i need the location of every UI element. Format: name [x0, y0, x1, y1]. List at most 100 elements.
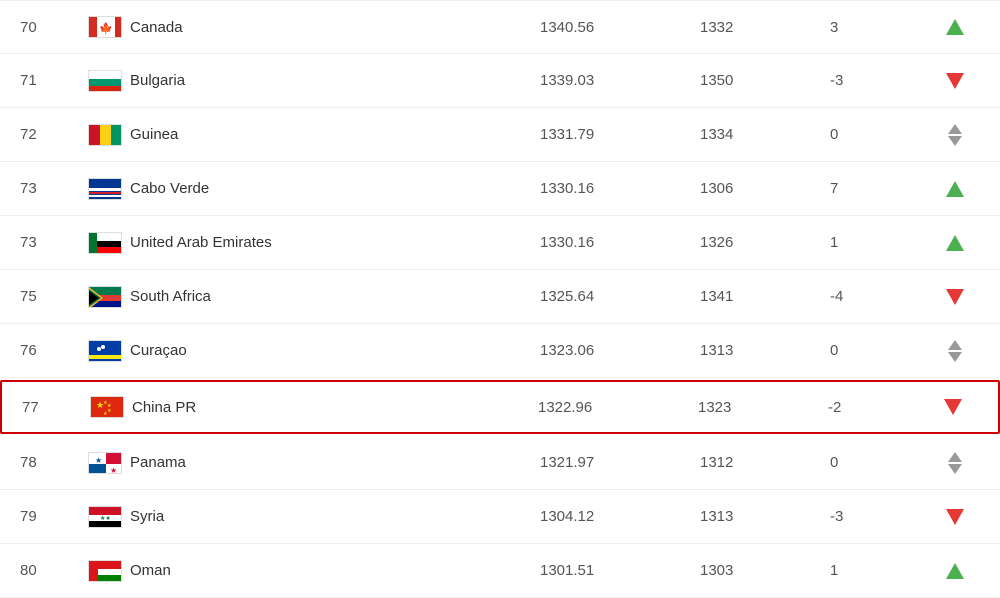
trend-neutral-icon	[948, 340, 962, 362]
prev-points-cell: 1323	[698, 399, 828, 416]
change-cell: 3	[830, 19, 930, 36]
prev-points-cell: 1312	[700, 454, 830, 471]
trend-down-icon	[946, 289, 964, 305]
country-name: Cabo Verde	[130, 180, 540, 197]
rank-cell: 77	[22, 399, 82, 416]
table-row: 79 ★★ Syria 1304.12 1313 -3	[0, 490, 1000, 544]
table-row: 76 Curaçao 1323.06 1313 0	[0, 324, 1000, 378]
points-cell: 1304.12	[540, 508, 700, 525]
flag-cell	[80, 340, 130, 362]
trend-neutral-icon	[948, 452, 962, 474]
flag-cell: ★ ★	[80, 452, 130, 474]
trend-arrow	[930, 181, 980, 197]
change-cell: 7	[830, 180, 930, 197]
rank-cell: 78	[20, 454, 80, 471]
trend-arrow	[930, 235, 980, 251]
rank-cell: 70	[20, 19, 80, 36]
svg-text:★★: ★★	[100, 515, 111, 522]
rankings-table: 70 🍁 Canada 1340.56 1332 3 71 Bulgaria 1…	[0, 0, 1000, 598]
change-cell: 1	[830, 234, 930, 251]
rank-cell: 71	[20, 72, 80, 89]
table-row: 77 ★ ★ ★ ★ ★ China PR 1322.96 1323 -2	[0, 380, 1000, 434]
rank-cell: 73	[20, 180, 80, 197]
curacao-flag	[88, 340, 122, 362]
trend-up-icon	[946, 563, 964, 579]
panama-flag: ★ ★	[88, 452, 122, 474]
guinea-flag	[88, 124, 122, 146]
table-row: 75 South Africa 1325.64 1341 -4	[0, 270, 1000, 324]
country-name: China PR	[132, 399, 538, 416]
table-row: 73 United Arab Emirates 1330.16 1326 1	[0, 216, 1000, 270]
trend-arrow	[930, 19, 980, 35]
rank-cell: 75	[20, 288, 80, 305]
trend-down-icon	[946, 509, 964, 525]
table-row: 80 Oman 1301.51 1303 1	[0, 544, 1000, 598]
prev-points-cell: 1326	[700, 234, 830, 251]
trend-down-icon	[944, 399, 962, 415]
flag-cell: 🍁	[80, 16, 130, 38]
prev-points-cell: 1334	[700, 126, 830, 143]
change-cell: -4	[830, 288, 930, 305]
trend-arrow	[930, 289, 980, 305]
table-row: 71 Bulgaria 1339.03 1350 -3	[0, 54, 1000, 108]
flag-cell	[80, 232, 130, 254]
prev-points-cell: 1313	[700, 342, 830, 359]
trend-arrow	[930, 73, 980, 89]
china-flag: ★ ★ ★ ★ ★	[90, 396, 124, 418]
uae-flag	[88, 232, 122, 254]
table-row: 70 🍁 Canada 1340.56 1332 3	[0, 0, 1000, 54]
points-cell: 1339.03	[540, 72, 700, 89]
flag-cell: ★★	[80, 506, 130, 528]
svg-text:★: ★	[103, 411, 108, 417]
country-name: Canada	[130, 19, 540, 36]
trend-arrow	[930, 340, 980, 362]
points-cell: 1323.06	[540, 342, 700, 359]
caboverde-flag	[88, 178, 122, 200]
country-name: Syria	[130, 508, 540, 525]
prev-points-cell: 1313	[700, 508, 830, 525]
bulgaria-flag	[88, 70, 122, 92]
flag-cell	[80, 70, 130, 92]
country-name: Panama	[130, 454, 540, 471]
points-cell: 1322.96	[538, 399, 698, 416]
trend-up-icon	[946, 181, 964, 197]
svg-text:★: ★	[95, 456, 102, 465]
flag-cell	[80, 560, 130, 582]
points-cell: 1340.56	[540, 19, 700, 36]
country-name: Guinea	[130, 126, 540, 143]
change-cell: -3	[830, 508, 930, 525]
rank-cell: 72	[20, 126, 80, 143]
rank-cell: 76	[20, 342, 80, 359]
country-name: Curaçao	[130, 342, 540, 359]
table-row: 78 ★ ★ Panama 1321.97 1312 0	[0, 436, 1000, 490]
trend-neutral-icon	[948, 124, 962, 146]
change-cell: 1	[830, 562, 930, 579]
points-cell: 1330.16	[540, 180, 700, 197]
trend-up-icon	[946, 19, 964, 35]
rank-cell: 80	[20, 562, 80, 579]
country-name: Oman	[130, 562, 540, 579]
prev-points-cell: 1332	[700, 19, 830, 36]
points-cell: 1321.97	[540, 454, 700, 471]
trend-arrow	[930, 452, 980, 474]
flag-cell	[80, 286, 130, 308]
table-row: 72 Guinea 1331.79 1334 0	[0, 108, 1000, 162]
points-cell: 1331.79	[540, 126, 700, 143]
trend-arrow	[930, 124, 980, 146]
rank-cell: 73	[20, 234, 80, 251]
trend-arrow	[930, 509, 980, 525]
oman-flag	[88, 560, 122, 582]
country-name: United Arab Emirates	[130, 234, 540, 251]
canada-flag: 🍁	[88, 16, 122, 38]
change-cell: -2	[828, 399, 928, 416]
svg-text:★: ★	[107, 408, 112, 414]
prev-points-cell: 1303	[700, 562, 830, 579]
change-cell: 0	[830, 454, 930, 471]
trend-down-icon	[946, 73, 964, 89]
svg-text:🍁: 🍁	[99, 22, 113, 35]
prev-points-cell: 1350	[700, 72, 830, 89]
trend-up-icon	[946, 235, 964, 251]
table-row: 73 Cabo Verde 1330.16 1306 7	[0, 162, 1000, 216]
points-cell: 1301.51	[540, 562, 700, 579]
rank-cell: 79	[20, 508, 80, 525]
